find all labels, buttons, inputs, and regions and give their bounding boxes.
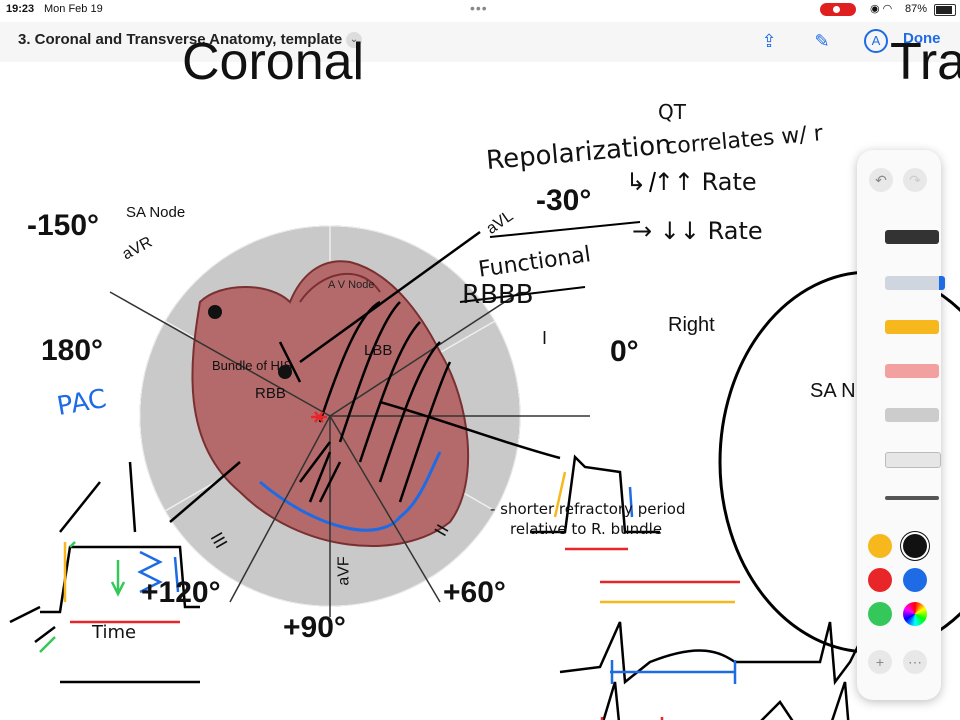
clock: 19:23 — [6, 3, 35, 15]
drawing-tool-palette: ↶ ↷ + ⋯ — [857, 150, 945, 700]
angle-180: 180° — [41, 334, 104, 367]
markup-icon[interactable]: ✎ — [810, 29, 834, 53]
multitask-dots-icon[interactable]: ••• — [470, 0, 488, 16]
angle-minus-30: -30° — [536, 184, 592, 217]
av-node-label: A V Node — [328, 279, 375, 291]
heading-coronal: Coronal — [182, 33, 365, 91]
slide-canvas[interactable]: Coronal Tra SA Node A V Node Bundle of H… — [0, 33, 960, 720]
status-bar: 19:23 Mon Feb 19 ••• ◉ ◠ 87% — [0, 0, 960, 20]
more-options-icon[interactable]: ⋯ — [903, 650, 927, 674]
lead-i-label: I — [542, 328, 548, 348]
sa-n-label: SA N — [810, 380, 856, 402]
lasso-tool-icon[interactable] — [885, 408, 939, 422]
wifi-icon: ◉ ◠ — [870, 3, 893, 15]
highlighter-tool-icon[interactable] — [885, 320, 939, 334]
date: Mon Feb 19 — [44, 3, 103, 15]
lbb-label: LBB — [364, 342, 393, 359]
bundle-his-label: Bundle of HIS — [212, 358, 293, 373]
right-label: Right — [668, 314, 715, 336]
heading-transverse: Tra — [890, 33, 960, 91]
angle-minus-150: -150° — [27, 209, 100, 242]
pencil-tool-small-icon[interactable] — [885, 496, 939, 500]
ruler-tool-icon[interactable] — [885, 452, 941, 468]
color-green[interactable] — [868, 602, 892, 626]
app-toolbar: 3. Coronal and Transverse Anatomy, templ… — [0, 22, 960, 62]
add-tool-icon[interactable]: + — [868, 650, 892, 674]
shorter-refractory-annotation: - shorter refractory period — [490, 500, 686, 518]
share-icon[interactable]: ⇪ — [757, 29, 781, 53]
pencil-tool-icon[interactable]: A — [864, 29, 888, 53]
screen-recording-icon[interactable] — [820, 3, 856, 16]
battery-icon — [934, 4, 956, 16]
angle-plus-60: +60° — [443, 576, 506, 609]
undo-icon[interactable]: ↶ — [869, 168, 893, 192]
rbbb-annotation: RBBB — [462, 280, 534, 310]
color-picker-icon[interactable] — [903, 602, 927, 626]
redo-icon[interactable]: ↷ — [903, 168, 927, 192]
fineliner-tool-icon[interactable] — [885, 276, 945, 290]
angle-plus-90: +90° — [283, 611, 346, 644]
angle-plus-120: +120° — [141, 576, 221, 609]
color-blue[interactable] — [903, 568, 927, 592]
color-red[interactable] — [868, 568, 892, 592]
eraser-tool-icon[interactable] — [885, 364, 939, 378]
rbb-label: RBB — [255, 385, 286, 402]
rate-up-annotation: ↳ ↑↑ Rate — [626, 168, 757, 196]
angle-0: 0° — [610, 335, 639, 368]
rate-down-annotation: → ↓↓ Rate — [632, 217, 763, 245]
relative-bundle-annotation: relative to R. bundle — [510, 520, 663, 538]
battery-percent: 87% — [905, 3, 928, 15]
time-annotation: Time — [92, 622, 137, 643]
color-black[interactable] — [903, 534, 927, 558]
qt-annotation: QT — [658, 100, 686, 124]
color-yellow[interactable] — [868, 534, 892, 558]
avf-label: aVF — [335, 556, 353, 586]
sa-node-label: SA Node — [126, 204, 186, 221]
pen-tool-icon[interactable] — [885, 230, 939, 244]
